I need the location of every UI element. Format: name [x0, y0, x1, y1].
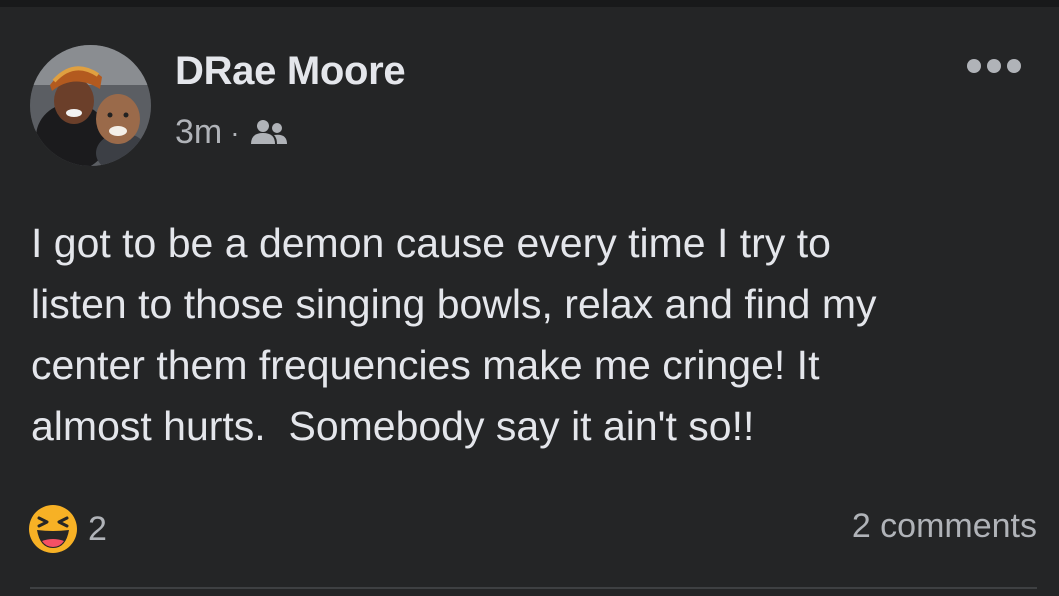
comments-count-link[interactable]: 2 comments	[852, 507, 1037, 546]
post-text: I got to be a demon cause every time I t…	[31, 220, 877, 449]
author-name[interactable]: DRae Moore	[175, 49, 406, 94]
status-strip	[0, 0, 1059, 7]
avatar-photo	[30, 45, 151, 166]
haha-reaction-icon	[29, 505, 77, 553]
avatar[interactable]	[30, 45, 151, 166]
post-time[interactable]: 3m	[175, 113, 222, 152]
meta-separator: ·	[230, 116, 240, 148]
reactions-summary[interactable]: 2	[28, 504, 107, 554]
divider	[30, 587, 1037, 589]
post-card: DRae Moore 3m · I got to be a demon caus…	[0, 7, 1059, 596]
more-dot	[967, 59, 981, 73]
more-dot	[987, 59, 1001, 73]
post-meta: 3m ·	[175, 113, 288, 152]
more-options-icon[interactable]	[967, 59, 1021, 73]
friends-icon[interactable]	[250, 118, 288, 148]
reaction-count: 2	[88, 509, 107, 548]
more-dot	[1007, 59, 1021, 73]
